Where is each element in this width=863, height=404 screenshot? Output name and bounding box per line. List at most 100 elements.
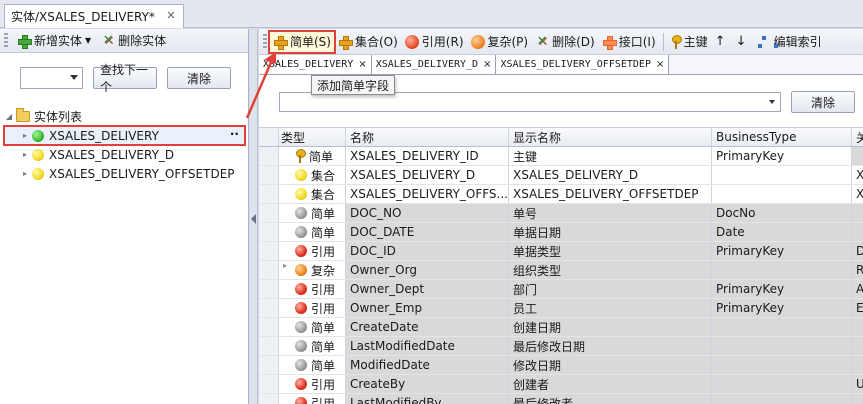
tab-xsales-delivery-d[interactable]: XSALES_DELIVERY_D × <box>371 55 497 74</box>
name-cell[interactable]: Owner_Org <box>346 261 509 279</box>
column-header-display[interactable]: 显示名称 <box>509 128 712 146</box>
table-row[interactable]: 简单 DOC_NO 单号 DocNo <box>259 204 863 223</box>
row-indicator[interactable] <box>259 299 279 317</box>
add-complex-field-button[interactable]: 复杂(P) <box>468 32 532 52</box>
toolbar-grip[interactable] <box>4 32 8 49</box>
row-indicator[interactable] <box>259 280 279 298</box>
toolbar-grip[interactable] <box>263 33 267 50</box>
row-indicator[interactable] <box>259 147 279 165</box>
delete-field-button[interactable]: ✕ 删除(D) <box>532 32 598 52</box>
move-up-button[interactable]: ↑ <box>712 32 732 52</box>
display-name-cell[interactable]: 组织类型 <box>509 261 712 279</box>
display-name-cell[interactable]: 最后修改日期 <box>509 337 712 355</box>
type-cell[interactable]: 引用 <box>279 394 346 404</box>
business-type-cell[interactable]: DocNo <box>712 204 852 222</box>
add-simple-field-button[interactable]: 简单(S) <box>268 29 336 54</box>
add-interface-button[interactable]: 接口(I) <box>599 32 659 52</box>
more-cell[interactable] <box>852 318 863 336</box>
business-type-cell[interactable] <box>712 261 852 279</box>
display-name-cell[interactable]: 单据类型 <box>509 242 712 260</box>
row-indicator[interactable] <box>259 185 279 203</box>
type-cell[interactable]: 简单 <box>279 318 346 336</box>
table-row[interactable]: 引用 DOC_ID单据类型PrimaryKeyD <box>259 242 863 261</box>
close-icon[interactable]: × <box>656 59 664 70</box>
table-row[interactable]: 集合 XSALES_DELIVERY_DXSALES_DELIVERY_D X <box>259 166 863 185</box>
name-cell[interactable]: Owner_Dept <box>346 280 509 298</box>
panel-splitter[interactable] <box>250 29 258 404</box>
name-cell[interactable]: ModifiedDate <box>346 356 509 374</box>
type-cell[interactable]: 简单 <box>279 356 346 374</box>
row-indicator[interactable] <box>259 394 279 404</box>
tree-item-xsales-delivery-offsetdep[interactable]: ▸ XSALES_DELIVERY_OFFSETDEP <box>4 164 245 183</box>
display-name-cell[interactable]: XSALES_DELIVERY_OFFSETDEP <box>509 185 712 203</box>
display-name-cell[interactable]: 创建者 <box>509 375 712 393</box>
chevron-down-icon[interactable]: ▼ <box>85 36 91 45</box>
table-row[interactable]: 简单 ModifiedDate 修改日期 <box>259 356 863 375</box>
business-type-cell[interactable] <box>712 375 852 393</box>
more-cell[interactable]: X <box>852 166 863 184</box>
table-row[interactable]: 引用 Owner_Dept部门PrimaryKeyA <box>259 280 863 299</box>
name-cell[interactable]: CreateBy <box>346 375 509 393</box>
more-cell[interactable] <box>852 147 863 165</box>
document-tab[interactable]: 实体/XSALES_DELIVERY* ✕ <box>4 4 184 28</box>
more-cell[interactable]: A <box>852 280 863 298</box>
expand-icon[interactable]: ▸ <box>283 261 287 270</box>
more-cell[interactable] <box>852 204 863 222</box>
name-cell[interactable]: XSALES_DELIVERY_D <box>346 166 509 184</box>
row-indicator[interactable] <box>259 223 279 241</box>
business-type-cell[interactable] <box>712 166 852 184</box>
business-type-cell[interactable]: PrimaryKey <box>712 242 852 260</box>
table-row[interactable]: 简单 DOC_DATE 单据日期 Date <box>259 223 863 242</box>
tree-item-xsales-delivery[interactable]: ▸ XSALES_DELIVERY ·· <box>3 125 246 146</box>
more-cell[interactable]: E <box>852 299 863 317</box>
row-indicator[interactable] <box>259 337 279 355</box>
table-row[interactable]: 简单 CreateDate 创建日期 <box>259 318 863 337</box>
more-cell[interactable]: D <box>852 242 863 260</box>
type-cell[interactable]: 引用 <box>279 299 346 317</box>
delete-entity-button[interactable]: ✕ 删除实体 <box>98 31 169 51</box>
type-cell[interactable]: 简单 <box>279 204 346 222</box>
more-cell[interactable] <box>852 356 863 374</box>
close-icon[interactable]: × <box>483 59 491 70</box>
row-indicator[interactable] <box>259 261 279 279</box>
type-cell[interactable]: 集合 <box>279 185 346 203</box>
more-cell[interactable] <box>852 337 863 355</box>
name-cell[interactable]: LastModifiedDate <box>346 337 509 355</box>
more-cell[interactable]: R <box>852 261 863 279</box>
primary-key-button[interactable]: 主键 <box>668 32 711 52</box>
name-cell[interactable]: LastModifiedBy <box>346 394 509 404</box>
row-indicator[interactable] <box>259 375 279 393</box>
edit-index-button[interactable]: 编辑索引 <box>754 32 825 52</box>
clear-filter-button[interactable]: 清除 <box>791 91 855 113</box>
more-cell[interactable]: U <box>852 375 863 393</box>
row-indicator[interactable] <box>259 204 279 222</box>
display-name-cell[interactable]: 最后修改者 <box>509 394 712 404</box>
move-down-button[interactable]: ↓ <box>733 32 753 52</box>
tree-root[interactable]: ◢ 实体列表 <box>4 107 245 126</box>
type-cell[interactable]: 集合 <box>279 166 346 184</box>
business-type-cell[interactable]: PrimaryKey <box>712 280 852 298</box>
name-cell[interactable]: XSALES_DELIVERY_ID <box>346 147 509 165</box>
display-name-cell[interactable]: 单号 <box>509 204 712 222</box>
name-cell[interactable]: DOC_NO <box>346 204 509 222</box>
add-reference-field-button[interactable]: 引用(R) <box>402 32 467 52</box>
row-indicator[interactable] <box>259 166 279 184</box>
business-type-cell[interactable]: Date <box>712 223 852 241</box>
more-cell[interactable]: X <box>852 185 863 203</box>
table-row[interactable]: 集合 XSALES_DELIVERY_OFFS... XSALES_DELIVERY… <box>259 185 863 204</box>
type-cell[interactable]: 简单 <box>279 337 346 355</box>
close-icon[interactable]: × <box>358 59 366 70</box>
name-cell[interactable]: CreateDate <box>346 318 509 336</box>
display-name-cell[interactable]: 部门 <box>509 280 712 298</box>
close-icon[interactable]: ✕ <box>164 9 178 23</box>
add-entity-button[interactable]: 新增实体 ▼ <box>14 31 94 51</box>
table-row[interactable]: 简单 XSALES_DELIVERY_ID 主键 PrimaryKey <box>259 147 863 166</box>
display-name-cell[interactable]: 修改日期 <box>509 356 712 374</box>
add-collection-field-button[interactable]: 集合(O) <box>335 32 401 52</box>
table-row[interactable]: ▸ 复杂 Owner_Org组织类型 R <box>259 261 863 280</box>
name-cell[interactable]: DOC_ID <box>346 242 509 260</box>
table-row[interactable]: 引用 Owner_Emp 员工 PrimaryKey E <box>259 299 863 318</box>
expand-icon[interactable]: ▸ <box>20 169 30 179</box>
column-header-business-type[interactable]: BusinessType <box>712 128 852 146</box>
row-indicator[interactable] <box>259 242 279 260</box>
